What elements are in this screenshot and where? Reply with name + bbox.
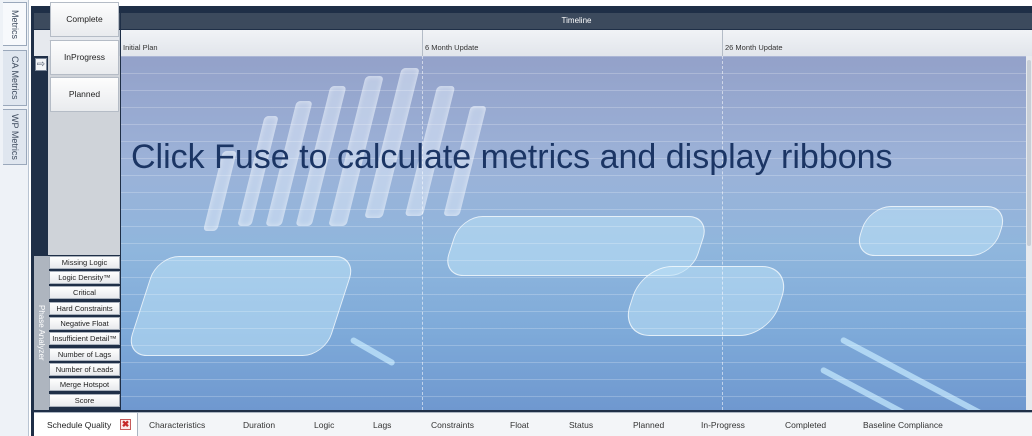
tab-characteristics[interactable]: Characteristics xyxy=(149,420,205,430)
timeline-periods: Initial Plan 6 Month Update 26 Month Upd… xyxy=(121,30,1032,56)
logic-density-button[interactable]: Logic Density™ xyxy=(49,271,120,284)
number-of-leads-button[interactable]: Number of Leads xyxy=(49,363,120,376)
expand-arrow-icon[interactable]: ⇨ xyxy=(35,58,47,71)
tab-status[interactable]: Status xyxy=(569,420,593,430)
hard-constraints-button[interactable]: Hard Constraints xyxy=(49,302,120,315)
tab-duration[interactable]: Duration xyxy=(243,420,275,430)
planned-button[interactable]: Planned xyxy=(50,77,119,112)
period-initial-plan: Initial Plan xyxy=(123,43,158,52)
close-icon[interactable]: ✖ xyxy=(120,419,131,430)
calculate-hint-message: Click Fuse to calculate metrics and disp… xyxy=(131,138,893,176)
period-6-month-update: 6 Month Update xyxy=(422,30,722,56)
timeline-header: Timeline xyxy=(121,13,1032,29)
tab-planned[interactable]: Planned xyxy=(633,420,664,430)
period-26-month-update: 26 Month Update xyxy=(722,30,1032,56)
bottom-tab-strip: Schedule Quality ✖ Characteristics Durat… xyxy=(34,412,1032,436)
phase-analyzer-label: Phase Analyzer xyxy=(34,256,49,410)
tab-float[interactable]: Float xyxy=(510,420,529,430)
critical-button[interactable]: Critical xyxy=(49,286,120,299)
scrollbar-thumb[interactable] xyxy=(1027,60,1031,246)
tab-schedule-quality[interactable]: Schedule Quality ✖ xyxy=(34,413,138,436)
merge-hotspot-button[interactable]: Merge Hotspot xyxy=(49,378,120,391)
side-tab-wp-metrics[interactable]: WP Metrics xyxy=(3,109,27,165)
tab-baseline-compliance[interactable]: Baseline Compliance xyxy=(863,420,943,430)
tab-in-progress[interactable]: In-Progress xyxy=(701,420,745,430)
period-divider xyxy=(722,56,723,410)
tab-logic[interactable]: Logic xyxy=(314,420,334,430)
tab-completed[interactable]: Completed xyxy=(785,420,826,430)
side-tab-ca-metrics[interactable]: CA Metrics xyxy=(3,50,27,106)
timeline-canvas: Click Fuse to calculate metrics and disp… xyxy=(121,56,1026,410)
tab-schedule-quality-label: Schedule Quality xyxy=(47,420,112,430)
vertical-scrollbar[interactable] xyxy=(1026,56,1032,410)
number-of-lags-button[interactable]: Number of Lags xyxy=(49,348,120,361)
complete-button[interactable]: Complete xyxy=(50,2,119,37)
inprogress-button[interactable]: InProgress xyxy=(50,40,119,75)
score-button[interactable]: Score xyxy=(49,394,120,407)
row-stripes xyxy=(121,56,1026,410)
phase-analyzer-panel: Phase Analyzer Missing Logic Logic Densi… xyxy=(34,256,120,410)
insufficient-detail-button[interactable]: Insufficient Detail™ xyxy=(49,332,120,345)
side-tab-strip: Metrics CA Metrics WP Metrics xyxy=(0,0,29,436)
missing-logic-button[interactable]: Missing Logic xyxy=(49,256,120,269)
tab-lags[interactable]: Lags xyxy=(373,420,391,430)
tab-constraints[interactable]: Constraints xyxy=(431,420,474,430)
negative-float-button[interactable]: Negative Float xyxy=(49,317,120,330)
period-divider xyxy=(422,56,423,410)
side-tab-metrics[interactable]: Metrics xyxy=(3,2,27,46)
